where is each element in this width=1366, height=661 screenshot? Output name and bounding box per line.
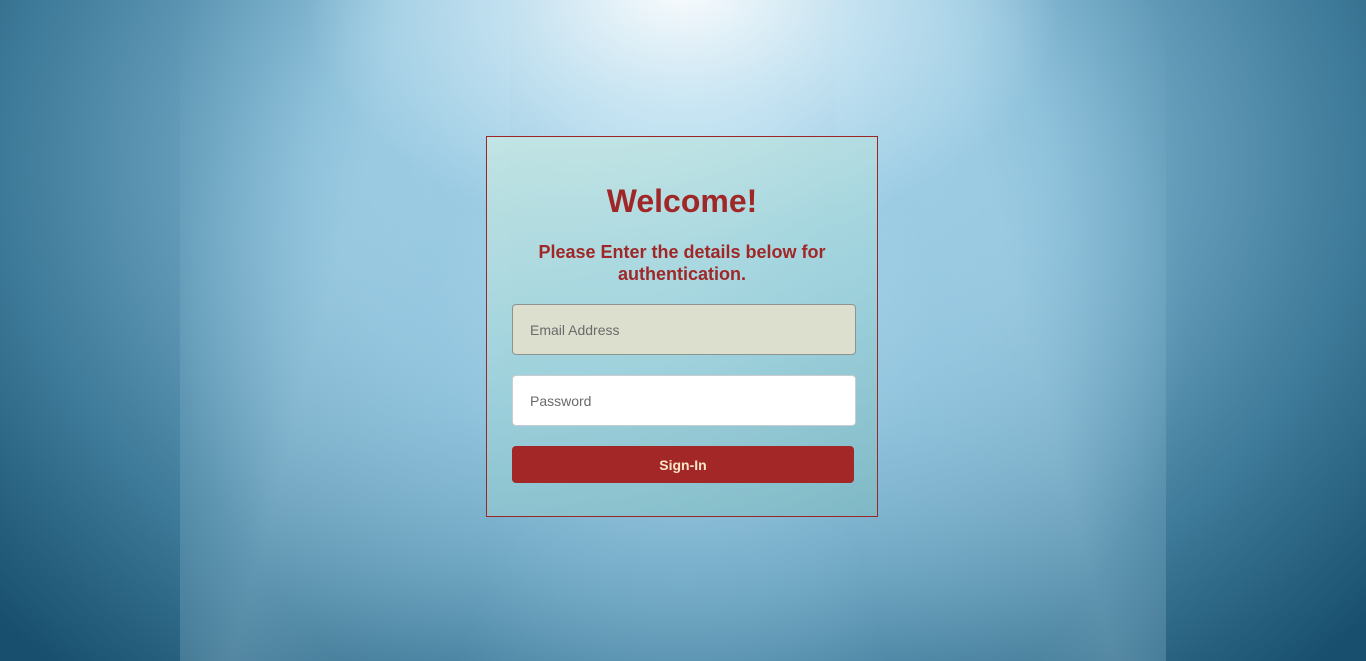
sign-in-button[interactable]: Sign-In	[512, 446, 854, 483]
password-field[interactable]	[512, 375, 856, 426]
email-field[interactable]	[512, 304, 856, 355]
login-instructions: Please Enter the details below for authe…	[538, 242, 826, 284]
welcome-title: Welcome!	[606, 183, 758, 219]
login-card: Welcome! Please Enter the details below …	[486, 136, 878, 517]
background-light-left	[180, 0, 510, 661]
background-light-right	[836, 0, 1166, 661]
